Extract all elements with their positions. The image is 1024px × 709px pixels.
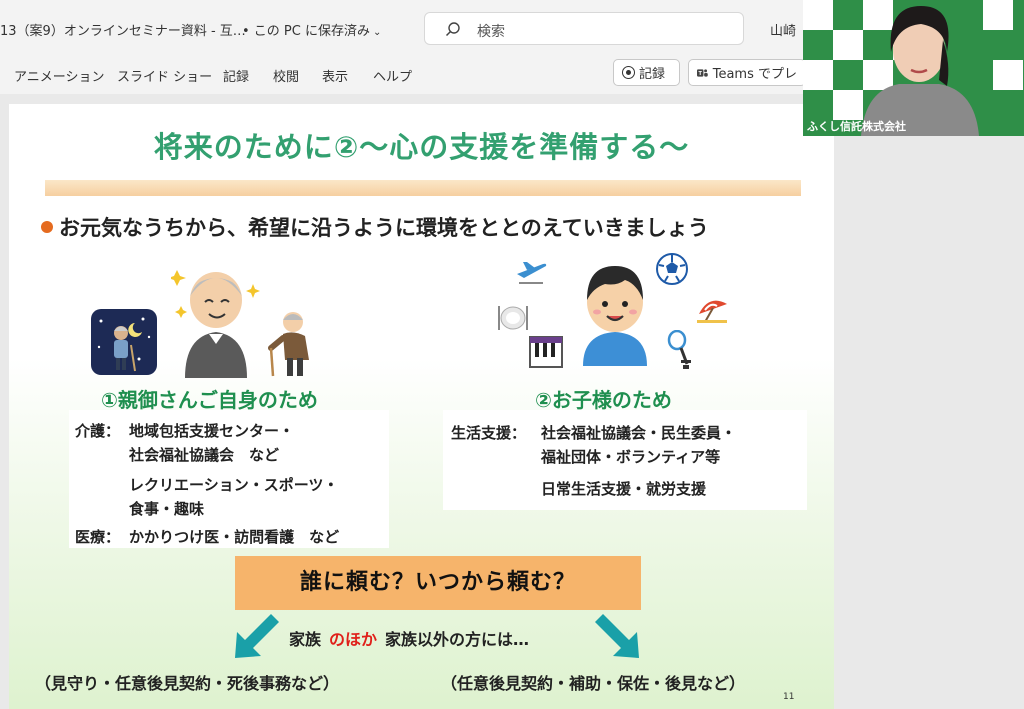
right-section-heading: ②お子様のため	[535, 388, 672, 412]
arrow-down-left-icon	[235, 614, 279, 658]
record-button-label: 記録	[639, 67, 666, 82]
title-underline-bar	[45, 180, 801, 196]
iryo-text: かかりつけ医・訪問看護 など	[129, 528, 340, 546]
night-wandering-elder-illustration	[91, 309, 157, 375]
chevron-down-icon: ⌄	[372, 27, 382, 38]
kaigo-line-1: 地域包括支援センター・	[129, 422, 295, 440]
search-input[interactable]: 検索	[424, 12, 744, 45]
tab-record[interactable]: 記録	[223, 66, 249, 85]
search-icon	[445, 22, 460, 37]
nichijo-line: 日常生活支援・就労支援	[541, 480, 707, 498]
beach-umbrella-icon	[697, 300, 727, 323]
family-suffix: 家族以外の方には…	[385, 630, 530, 649]
child-illustration	[583, 266, 647, 366]
iryo-label: 医療：	[75, 528, 121, 546]
left-section-heading: ①親御さんご自身のため	[101, 388, 318, 412]
kaigo-line-2: 社会福祉協議会 など	[129, 446, 280, 464]
piano-keys-icon	[529, 336, 563, 368]
family-red-text: のほか	[329, 630, 378, 649]
tab-review[interactable]: 校閲	[273, 66, 299, 85]
user-name[interactable]: 山崎	[770, 20, 796, 39]
document-title: 13（案9）オンラインセミナー資料 - 互…	[0, 24, 246, 39]
teams-icon: T	[697, 68, 708, 77]
teams-button-label: Teams でプレ	[712, 67, 797, 82]
webcam-image	[803, 0, 1024, 136]
save-status-dropdown[interactable]: • この PC に保存済み ⌄	[242, 20, 381, 39]
footnote-left: （見守り・任意後見契約・死後事務など）	[35, 674, 340, 693]
family-line: 家族 のほか 家族以外の方には…	[289, 626, 529, 650]
badminton-racket-icon	[667, 330, 691, 369]
bullet-text: お元気なうちから、希望に沿うように環境をととのえていきましょう	[59, 216, 709, 240]
who-when-callout: 誰に頼む？いつから頼む？	[235, 556, 641, 610]
save-status-text: • この PC に保存済み	[242, 24, 370, 39]
tab-help[interactable]: ヘルプ	[373, 66, 412, 85]
family-prefix: 家族	[289, 630, 322, 649]
elder-with-cane-illustration	[268, 312, 309, 377]
soccer-ball-icon	[656, 253, 688, 285]
tab-slideshow[interactable]: スライド ショー	[117, 66, 212, 85]
tab-animation[interactable]: アニメーション	[14, 66, 104, 85]
footnote-right: （任意後見契約・補助・保佐・後見など）	[441, 674, 746, 693]
tab-view[interactable]: 表示	[322, 66, 348, 85]
recreation-line-2: 食事・趣味	[129, 500, 205, 518]
slide-bullet: お元気なうちから、希望に沿うように環境をととのえていきましょう	[41, 212, 709, 242]
right-support-box: 生活支援： 社会福祉協議会・民生委員・ 福祉団体・ボランティア等 日常生活支援・…	[443, 410, 807, 510]
recreation-line-1: レクリエーション・スポーツ・	[129, 476, 339, 494]
elderly-man-illustration	[171, 270, 260, 378]
seikatsu-label: 生活支援：	[451, 424, 527, 442]
record-button[interactable]: 記録	[613, 59, 680, 86]
slide-title: 将来のために②～心の支援を準備する～	[153, 130, 690, 164]
search-placeholder: 検索	[477, 24, 505, 40]
slide-canvas[interactable]: 将来のために②～心の支援を準備する～ お元気なうちから、希望に沿うように環境をと…	[9, 104, 834, 709]
kaigo-label: 介護：	[75, 422, 121, 440]
webcam-label: ふくし信託株式会社	[807, 120, 906, 133]
dining-plate-icon	[498, 306, 528, 330]
teams-present-button[interactable]: T Teams でプレ	[688, 59, 806, 86]
arrow-down-right-icon	[595, 614, 639, 658]
airplane-icon	[517, 262, 547, 284]
slide-page-number: 11	[783, 692, 795, 702]
webcam-video[interactable]: ふくし信託株式会社	[803, 0, 1024, 136]
svg-text:T: T	[699, 71, 703, 77]
bullet-dot-icon	[41, 221, 53, 233]
seikatsu-line-2: 福祉団体・ボランティア等	[541, 448, 721, 466]
seikatsu-line-1: 社会福祉協議会・民生委員・	[541, 424, 737, 442]
left-support-box: 介護： 地域包括支援センター・ 社会福祉協議会 など レクリエーション・スポーツ…	[69, 410, 389, 548]
record-icon	[622, 66, 635, 79]
